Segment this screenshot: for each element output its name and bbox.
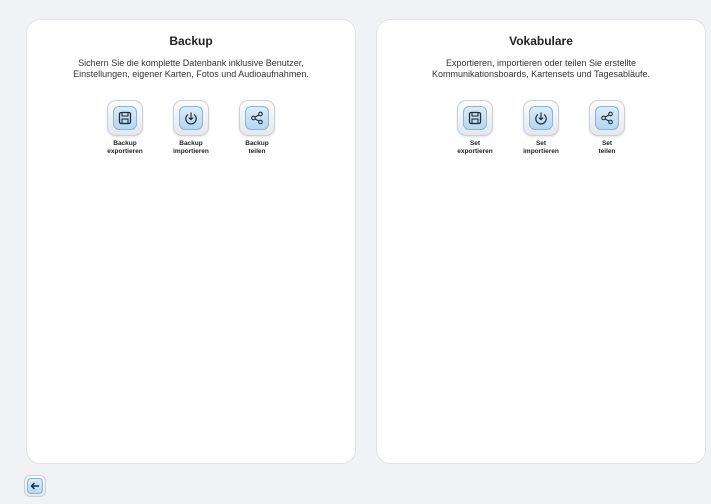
backup-export-label: Backup exportieren [107, 140, 143, 155]
backup-import-button[interactable]: Backup importieren [169, 100, 213, 156]
vocab-title: Vokabulare [509, 34, 573, 48]
share-icon [245, 106, 269, 130]
back-arrow-icon [27, 478, 43, 494]
backup-export-button[interactable]: Backup exportieren [103, 100, 147, 156]
vocab-description: Exportieren, importieren oder teilen Sie… [432, 58, 650, 79]
save-icon [113, 106, 137, 130]
backup-title: Backup [169, 34, 213, 48]
backup-panel: Backup Sichern Sie die komplette Datenba… [26, 19, 356, 464]
share-icon [595, 106, 619, 130]
vocab-panel: Vokabulare Exportieren, importieren oder… [376, 19, 706, 464]
backup-description: Sichern Sie die komplette Datenbank inkl… [73, 58, 309, 79]
backup-share-label: Backup teilen [245, 140, 269, 155]
set-import-button[interactable]: Set importieren [519, 100, 563, 156]
save-icon [463, 106, 487, 130]
backup-share-button[interactable]: Backup teilen [235, 100, 279, 156]
vocab-actions: Set exportieren Set importieren Set teil… [377, 100, 705, 156]
set-export-label: Set exportieren [457, 140, 493, 155]
set-import-label: Set importieren [523, 140, 559, 155]
download-icon [529, 106, 553, 130]
set-share-button[interactable]: Set teilen [585, 100, 629, 156]
set-export-button[interactable]: Set exportieren [453, 100, 497, 156]
set-share-label: Set teilen [598, 140, 616, 155]
download-icon [179, 106, 203, 130]
backup-actions: Backup exportieren Backup importieren Ba… [27, 100, 355, 156]
back-button[interactable] [24, 475, 46, 497]
backup-import-label: Backup importieren [173, 140, 209, 155]
